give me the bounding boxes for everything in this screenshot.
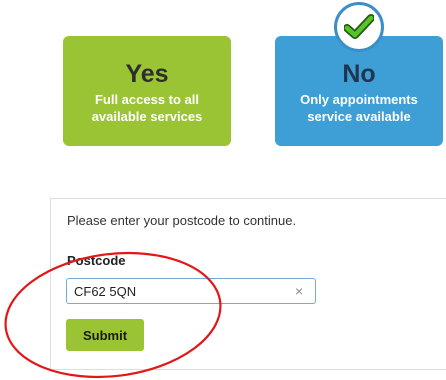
option-title-yes: Yes xyxy=(125,60,169,88)
option-card-no[interactable]: No Only appointments service available xyxy=(275,36,443,146)
form-instruction: Please enter your postcode to continue. xyxy=(67,213,297,228)
clear-icon[interactable]: × xyxy=(295,283,303,299)
option-description-line: service available xyxy=(307,109,411,124)
option-card-yes[interactable]: Yes Full access to all available service… xyxy=(63,36,231,146)
submit-button[interactable]: Submit xyxy=(66,319,144,351)
postcode-input[interactable] xyxy=(66,278,316,304)
selected-checkmark-icon xyxy=(334,2,384,52)
checkmark-icon xyxy=(344,14,374,39)
option-description-line: Only appointments xyxy=(300,92,418,107)
postcode-label: Postcode xyxy=(67,253,126,268)
option-title-no: No xyxy=(342,60,376,88)
option-description-yes: Full access to all available services xyxy=(92,91,203,125)
postcode-form: Please enter your postcode to continue. … xyxy=(50,198,446,370)
option-description-no: Only appointments service available xyxy=(300,91,418,125)
option-description-line: available services xyxy=(91,109,203,124)
option-description-line: Full access to all xyxy=(94,92,200,107)
